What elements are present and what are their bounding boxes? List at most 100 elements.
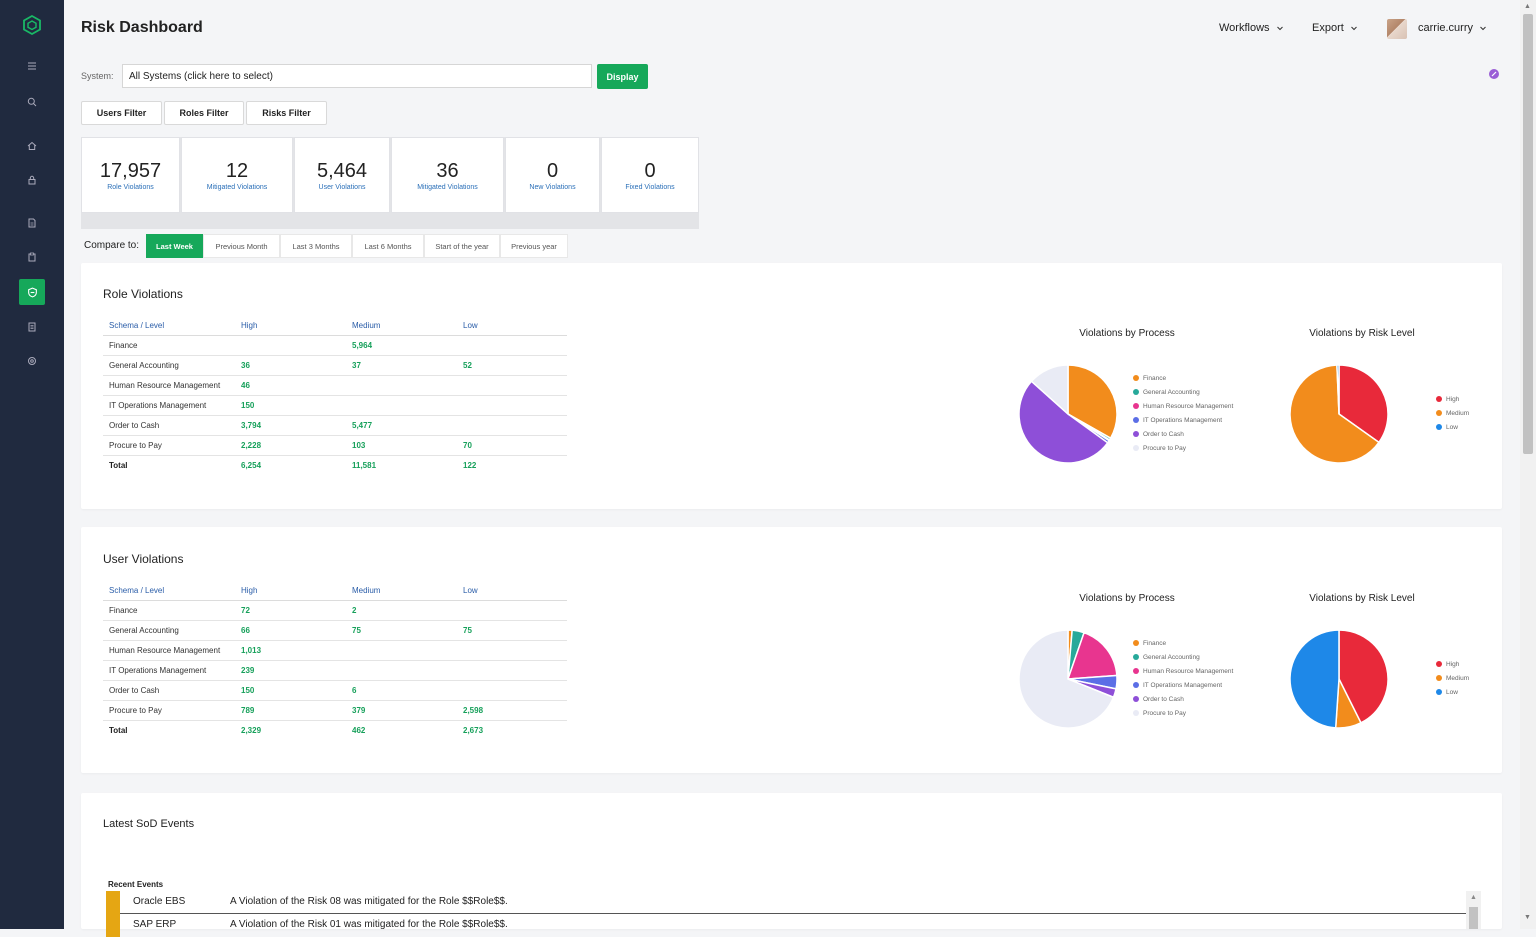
cell-medium[interactable] (346, 395, 457, 416)
cell-high[interactable]: 46 (235, 375, 346, 396)
legend-item[interactable]: Order to Cash (1133, 692, 1233, 706)
cell-high[interactable]: 66 (235, 620, 346, 641)
cell-medium[interactable]: 462 (346, 721, 457, 741)
legend-item[interactable]: Human Resource Management (1133, 664, 1233, 678)
legend-item[interactable]: Medium (1436, 671, 1469, 685)
legend-item[interactable]: Human Resource Management (1133, 399, 1233, 413)
legend-item[interactable]: High (1436, 392, 1469, 406)
cell-medium[interactable] (346, 375, 457, 396)
legend-item[interactable]: IT Operations Management (1133, 678, 1233, 692)
cell-low[interactable] (457, 660, 567, 681)
cell-medium[interactable]: 6 (346, 680, 457, 701)
legend-item[interactable]: IT Operations Management (1133, 413, 1233, 427)
cell-low[interactable]: 2,598 (457, 700, 567, 721)
role-risk-pie[interactable] (1288, 363, 1390, 465)
legend-item[interactable]: Finance (1133, 636, 1233, 650)
column-header[interactable]: Low (457, 315, 567, 336)
avatar[interactable] (1387, 19, 1407, 39)
column-header[interactable]: High (235, 580, 346, 601)
column-header[interactable]: Schema / Level (103, 315, 235, 336)
cell-low[interactable] (457, 600, 567, 621)
compare-last-6-months[interactable]: Last 6 Months (352, 234, 424, 258)
cell-high[interactable] (235, 335, 346, 356)
stat-card[interactable]: 0 New Violations (505, 137, 600, 213)
cell-low[interactable] (457, 375, 567, 396)
legend-item[interactable]: General Accounting (1133, 650, 1233, 664)
clipboard-icon[interactable] (24, 249, 40, 265)
event-row[interactable]: Oracle EBS A Violation of the Risk 08 wa… (106, 891, 1466, 914)
workflows-menu[interactable]: Workflows (1219, 22, 1284, 34)
cell-medium[interactable] (346, 640, 457, 661)
cell-high[interactable]: 150 (235, 680, 346, 701)
settings-icon[interactable] (24, 353, 40, 369)
legend-item[interactable]: Medium (1436, 406, 1469, 420)
scroll-up-icon[interactable]: ▲ (1524, 3, 1531, 10)
cell-medium[interactable]: 103 (346, 435, 457, 456)
stat-card[interactable]: 36 Mitigated Violations (391, 137, 504, 213)
compare-previous-year[interactable]: Previous year (500, 234, 568, 258)
stat-card[interactable]: 0 Fixed Violations (601, 137, 699, 213)
cell-high[interactable]: 2,228 (235, 435, 346, 456)
cell-high[interactable]: 2,329 (235, 721, 346, 741)
cell-medium[interactable]: 2 (346, 600, 457, 621)
cell-low[interactable] (457, 640, 567, 661)
system-selector[interactable]: All Systems (click here to select) (122, 64, 592, 88)
legend-item[interactable]: High (1436, 657, 1469, 671)
home-icon[interactable] (24, 138, 40, 154)
scrollbar-thumb[interactable] (1469, 907, 1478, 929)
cell-high[interactable]: 1,013 (235, 640, 346, 661)
cell-high[interactable]: 789 (235, 700, 346, 721)
display-button[interactable]: Display (597, 64, 648, 89)
cell-high[interactable]: 36 (235, 355, 346, 376)
cell-medium[interactable]: 5,477 (346, 415, 457, 436)
document-icon[interactable] (24, 215, 40, 231)
cell-low[interactable] (457, 335, 567, 356)
scroll-up-icon[interactable]: ▲ (1470, 894, 1477, 901)
export-menu[interactable]: Export (1312, 22, 1358, 34)
events-scrollbar[interactable]: ▲ (1466, 891, 1481, 929)
compare-start-of-year[interactable]: Start of the year (424, 234, 500, 258)
stat-card[interactable]: 17,957 Role Violations (81, 137, 180, 213)
compare-last-week[interactable]: Last Week (146, 234, 203, 258)
column-header[interactable]: Medium (346, 315, 457, 336)
pie-slice-low[interactable] (1289, 629, 1340, 729)
users-filter-button[interactable]: Users Filter (81, 101, 162, 125)
user-menu[interactable]: carrie.curry (1418, 22, 1487, 34)
cell-low[interactable]: 70 (457, 435, 567, 456)
compare-last-3-months[interactable]: Last 3 Months (280, 234, 352, 258)
menu-icon[interactable] (24, 58, 40, 74)
logo-icon[interactable] (22, 14, 42, 36)
column-header[interactable]: High (235, 315, 346, 336)
cell-high[interactable]: 72 (235, 600, 346, 621)
cell-high[interactable]: 6,254 (235, 456, 346, 476)
column-header[interactable]: Low (457, 580, 567, 601)
legend-item[interactable]: General Accounting (1133, 385, 1233, 399)
column-header[interactable]: Medium (346, 580, 457, 601)
user-risk-pie[interactable] (1288, 628, 1390, 730)
compare-previous-month[interactable]: Previous Month (203, 234, 280, 258)
lock-icon[interactable] (24, 172, 40, 188)
scroll-down-icon[interactable]: ▼ (1524, 914, 1531, 921)
cell-low[interactable] (457, 395, 567, 416)
cell-low[interactable]: 2,673 (457, 721, 567, 741)
cell-medium[interactable]: 5,964 (346, 335, 457, 356)
rocket-icon[interactable] (1488, 68, 1500, 80)
cell-low[interactable] (457, 680, 567, 701)
role-process-pie[interactable] (1017, 363, 1119, 465)
scrollbar-thumb[interactable] (1523, 14, 1533, 454)
risks-filter-button[interactable]: Risks Filter (246, 101, 327, 125)
legend-item[interactable]: Low (1436, 685, 1469, 699)
cell-medium[interactable]: 11,581 (346, 456, 457, 476)
stat-card[interactable]: 12 Mitigated Violations (181, 137, 293, 213)
cell-low[interactable] (457, 415, 567, 436)
cell-medium[interactable] (346, 660, 457, 681)
cell-medium[interactable]: 379 (346, 700, 457, 721)
cell-low[interactable]: 75 (457, 620, 567, 641)
page-scrollbar[interactable]: ▲ ▼ (1520, 0, 1536, 929)
cell-low[interactable]: 122 (457, 456, 567, 476)
user-process-pie[interactable] (1017, 628, 1119, 730)
cell-high[interactable]: 3,794 (235, 415, 346, 436)
legend-item[interactable]: Order to Cash (1133, 427, 1233, 441)
legend-item[interactable]: Procure to Pay (1133, 706, 1233, 720)
legend-item[interactable]: Finance (1133, 371, 1233, 385)
